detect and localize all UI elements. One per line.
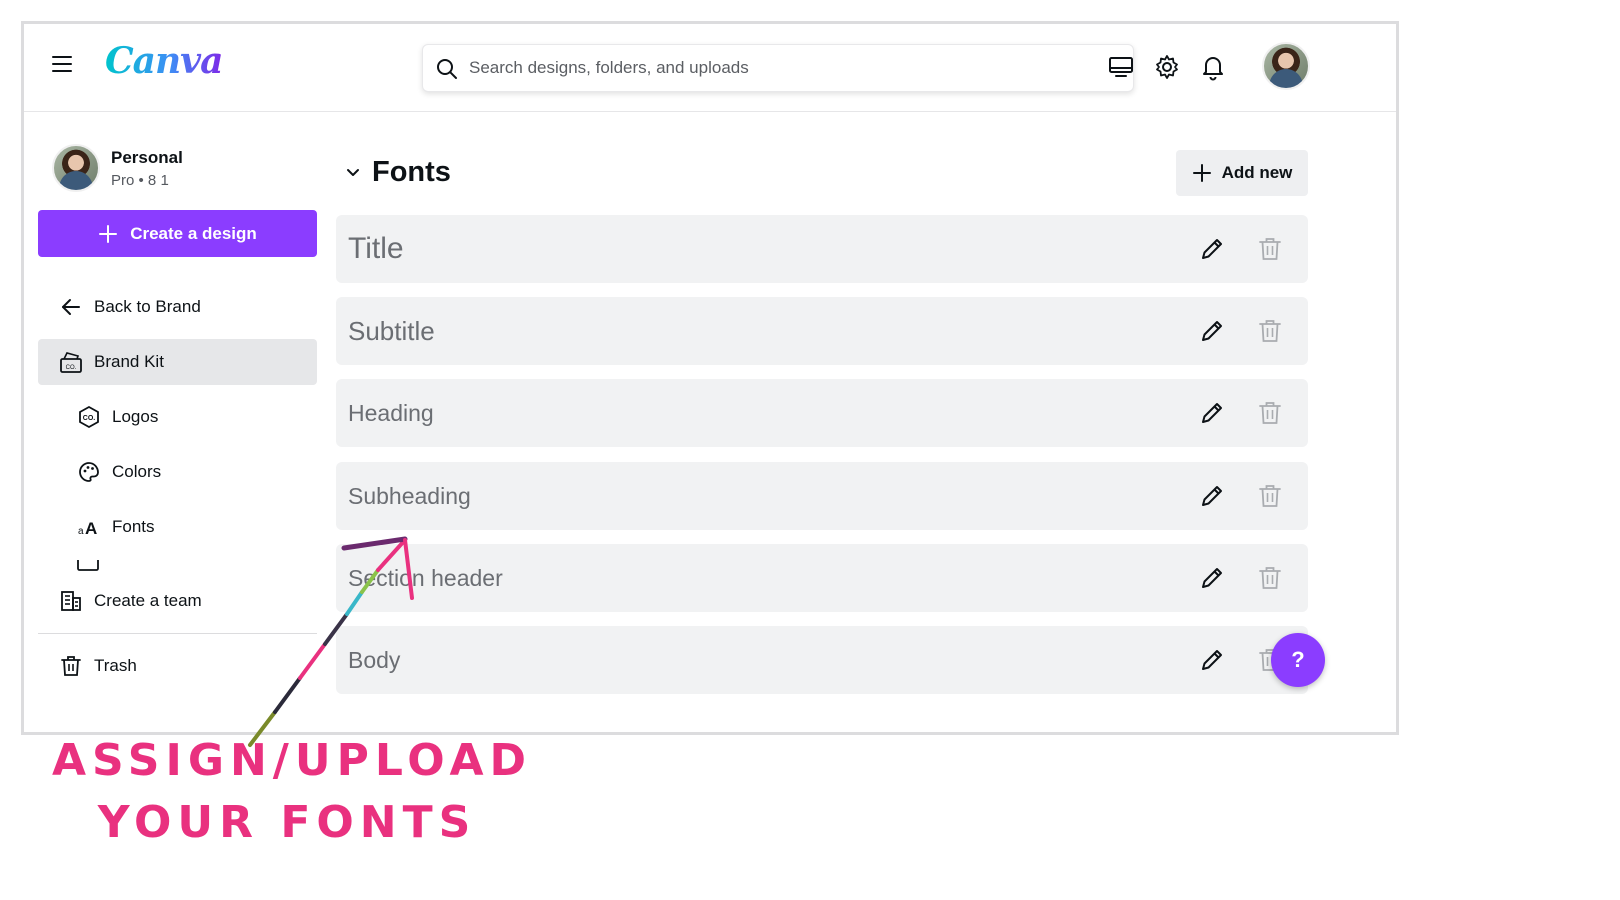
account-plan: Pro • 8 1 xyxy=(111,172,169,189)
brand-kit-icon: CO. xyxy=(60,352,82,373)
logo-icon: CO. xyxy=(79,405,99,429)
font-row-heading[interactable]: Heading xyxy=(336,379,1308,447)
help-button[interactable]: ? xyxy=(1271,633,1325,687)
bell-icon[interactable] xyxy=(1199,53,1227,81)
annotation-caption: ASSIGN/UPLOAD YOUR FONTS xyxy=(52,730,533,854)
svg-text:a: a xyxy=(78,526,84,537)
add-new-button[interactable]: Add new xyxy=(1176,150,1308,196)
svg-text:CO.: CO. xyxy=(83,415,96,422)
sidebar-item-logos[interactable]: CO. Logos xyxy=(38,394,317,440)
plus-icon xyxy=(1192,164,1211,182)
desktop-app-icon[interactable] xyxy=(1107,53,1135,81)
plus-icon xyxy=(99,224,118,243)
trash-icon[interactable] xyxy=(1256,482,1284,510)
font-row-label: Title xyxy=(348,232,404,265)
sidebar-item-clipped[interactable] xyxy=(38,560,317,574)
pencil-icon[interactable] xyxy=(1198,235,1226,263)
font-row-title[interactable]: Title xyxy=(336,215,1308,283)
sidebar-item-label: Trash xyxy=(94,656,137,675)
sidebar-item-label: Colors xyxy=(112,462,162,481)
create-design-label: Create a design xyxy=(130,223,257,243)
page-title: Fonts xyxy=(372,156,451,188)
palette-icon xyxy=(79,462,99,482)
font-row-label: Heading xyxy=(348,399,434,426)
trash-icon[interactable] xyxy=(1256,317,1284,345)
search-icon xyxy=(437,59,457,79)
trash-icon[interactable] xyxy=(1256,399,1284,427)
font-row-section-header[interactable]: Section header xyxy=(336,544,1308,612)
create-design-button[interactable]: Create a design xyxy=(38,210,317,257)
arrow-left-icon xyxy=(62,299,80,315)
annotation-line-2: YOUR FONTS xyxy=(97,797,477,848)
annotation-line-1: ASSIGN/UPLOAD xyxy=(52,735,533,786)
sidebar-item-label: Brand Kit xyxy=(94,352,164,371)
pencil-icon[interactable] xyxy=(1198,564,1226,592)
font-row-label: Body xyxy=(348,646,401,673)
building-icon xyxy=(61,591,81,611)
font-row-body[interactable]: Body xyxy=(336,626,1308,694)
top-bar: Canva xyxy=(24,24,1396,112)
search-bar[interactable] xyxy=(422,44,1134,92)
pencil-icon[interactable] xyxy=(1198,317,1226,345)
font-row-subheading[interactable]: Subheading xyxy=(336,462,1308,530)
font-row-label: Subtitle xyxy=(348,315,435,346)
account-name[interactable]: Personal xyxy=(111,148,183,168)
user-avatar[interactable] xyxy=(1262,42,1310,90)
search-input[interactable] xyxy=(469,45,1109,91)
sidebar-item-colors[interactable]: Colors xyxy=(38,449,317,495)
account-avatar[interactable] xyxy=(52,144,100,192)
font-row-label: Subheading xyxy=(348,482,471,509)
pencil-icon[interactable] xyxy=(1198,399,1226,427)
sidebar-item-label: Logos xyxy=(112,407,159,426)
sidebar-item-label: Create a team xyxy=(94,591,202,610)
brand-template-icon xyxy=(77,560,99,571)
trash-icon[interactable] xyxy=(1256,235,1284,263)
sidebar: Personal Pro • 8 1 Create a design Back … xyxy=(24,112,324,732)
gear-icon[interactable] xyxy=(1153,53,1181,81)
pencil-icon[interactable] xyxy=(1198,482,1226,510)
chevron-down-icon[interactable] xyxy=(344,164,362,182)
font-row-label: Section header xyxy=(348,564,503,591)
fonts-section-header[interactable]: Fonts xyxy=(344,156,451,189)
sidebar-item-create-team[interactable]: Create a team xyxy=(38,578,317,624)
font-row-subtitle[interactable]: Subtitle xyxy=(336,297,1308,365)
add-new-label: Add new xyxy=(1221,163,1293,182)
fonts-icon: a A xyxy=(78,519,97,538)
trash-icon xyxy=(61,656,81,676)
menu-icon[interactable] xyxy=(52,56,72,74)
sidebar-item-brand-kit[interactable]: CO. Brand Kit xyxy=(38,339,317,385)
svg-text:A: A xyxy=(85,519,97,538)
sidebar-divider xyxy=(38,633,317,634)
sidebar-item-label: Back to Brand xyxy=(94,297,201,316)
sidebar-item-label: Fonts xyxy=(112,517,155,536)
svg-text:CO.: CO. xyxy=(66,365,77,371)
app-window: Canva Personal Pro • 8 1 xyxy=(21,21,1399,735)
sidebar-item-fonts[interactable]: a A Fonts xyxy=(38,504,317,550)
canva-logo[interactable]: Canva xyxy=(105,40,223,82)
trash-icon[interactable] xyxy=(1256,564,1284,592)
pencil-icon[interactable] xyxy=(1198,646,1226,674)
sidebar-item-back-to-brand[interactable]: Back to Brand xyxy=(38,284,317,330)
sidebar-item-trash[interactable]: Trash xyxy=(38,643,317,689)
